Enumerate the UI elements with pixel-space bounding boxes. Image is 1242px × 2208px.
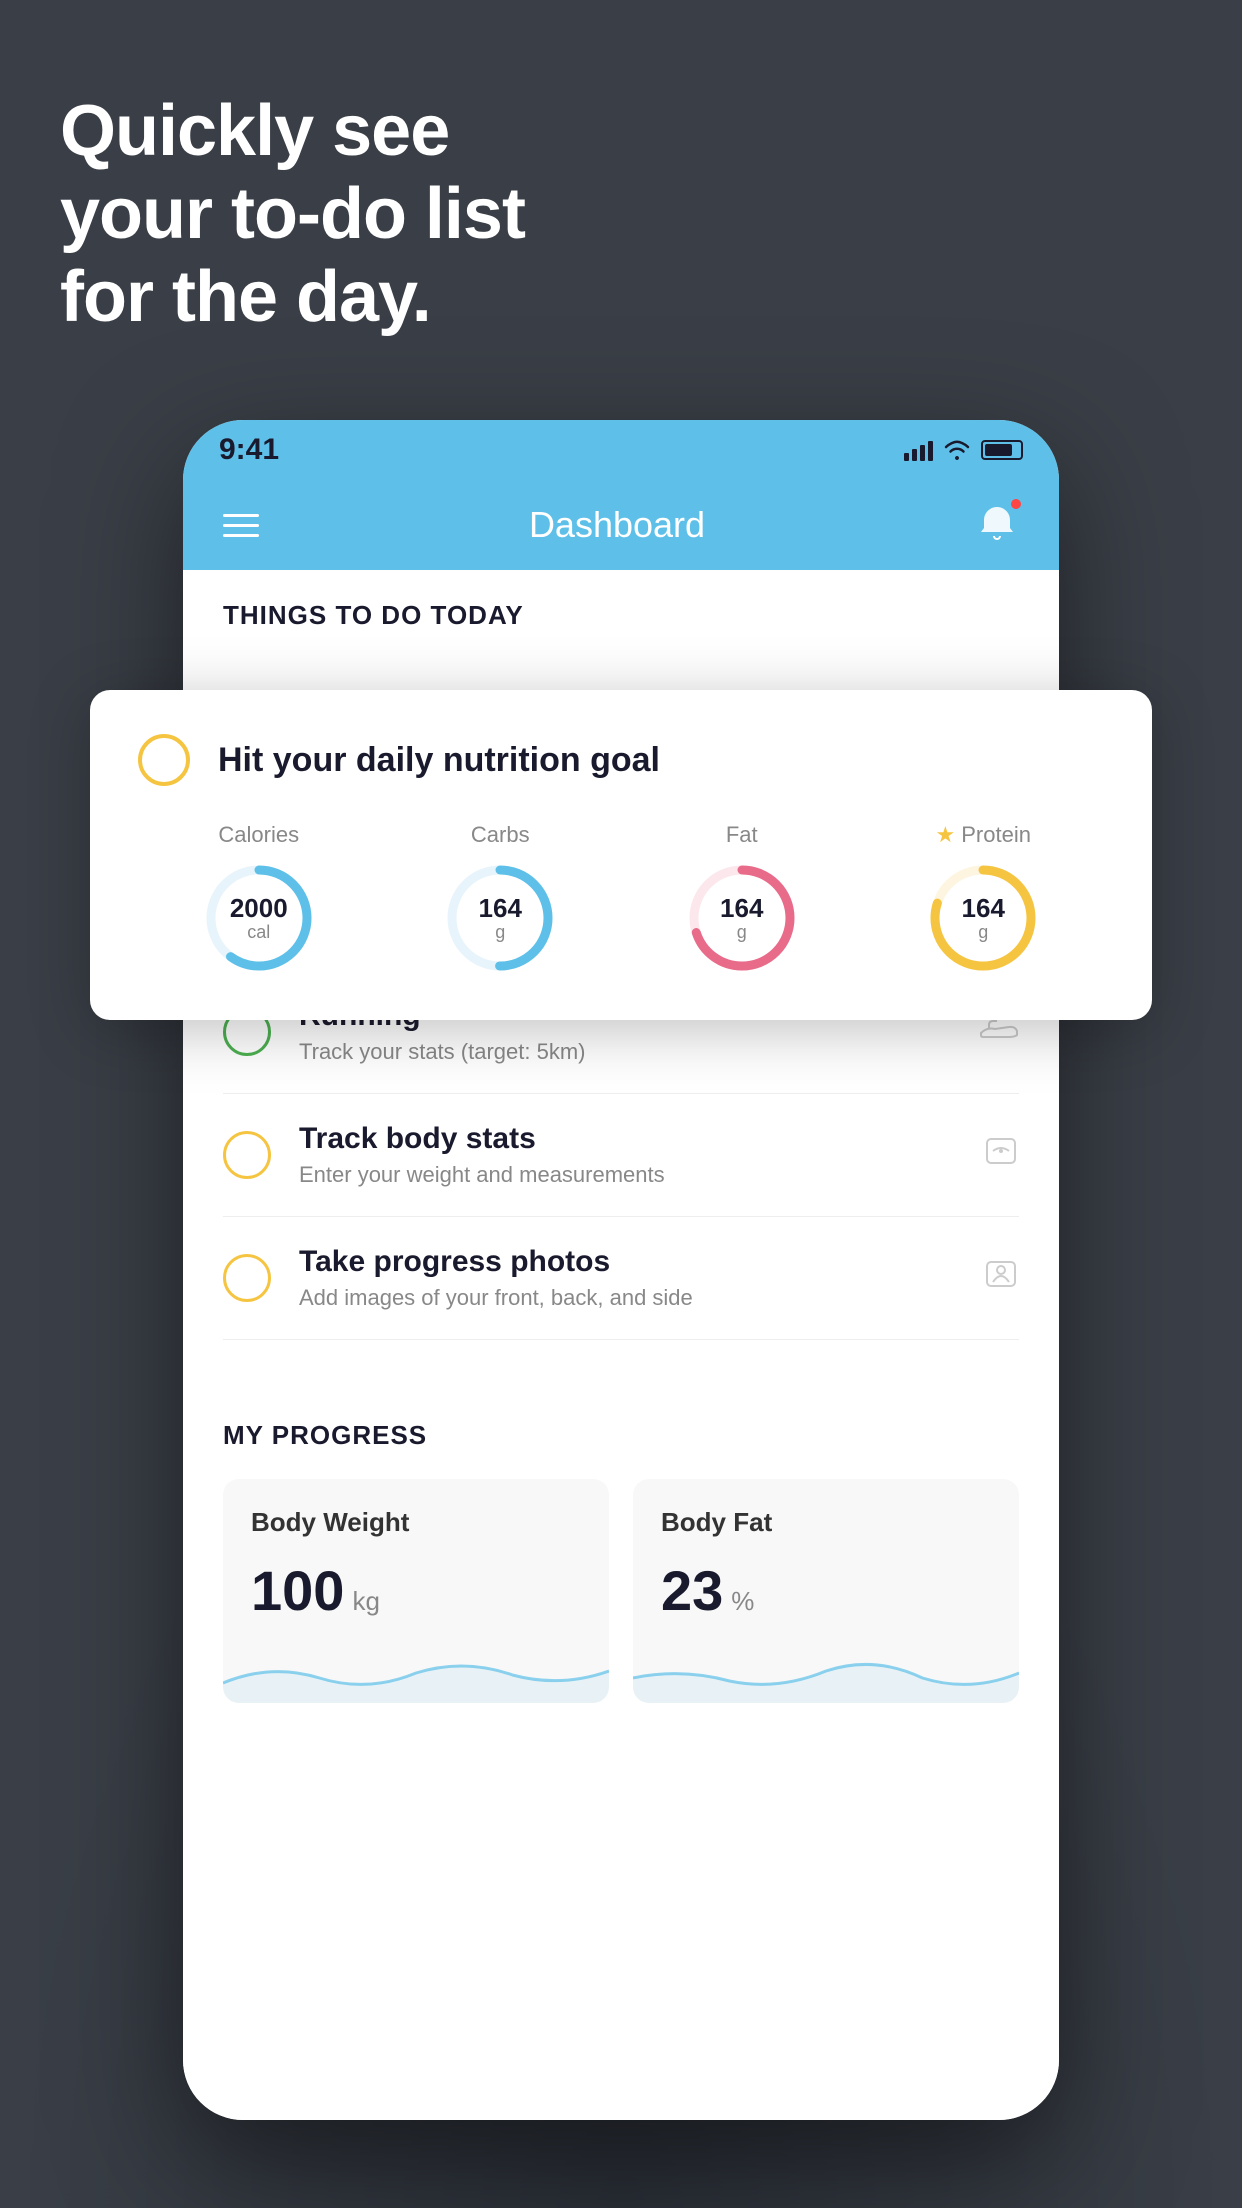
nutrition-fat: Fat 164 g xyxy=(684,822,800,976)
status-icons xyxy=(904,439,1023,461)
scale-icon xyxy=(983,1133,1019,1177)
body-fat-title: Body Fat xyxy=(661,1507,991,1538)
fat-value: 164 xyxy=(720,894,763,923)
fat-unit: g xyxy=(720,922,763,942)
carbs-circle: 164 g xyxy=(442,860,558,976)
calories-label: Calories xyxy=(218,822,299,848)
todo-circle-body-stats xyxy=(223,1131,271,1179)
calories-value: 2000 xyxy=(230,894,288,923)
nav-title: Dashboard xyxy=(529,504,705,546)
todo-title-body-stats: Track body stats xyxy=(299,1122,983,1156)
nutrition-row: Calories 2000 cal Carbs xyxy=(138,822,1104,976)
bell-icon[interactable] xyxy=(975,501,1019,550)
nutrition-carbs: Carbs 164 g xyxy=(442,822,558,976)
fat-circle: 164 g xyxy=(684,860,800,976)
wifi-icon xyxy=(943,439,971,461)
todo-subtitle-progress-photos: Add images of your front, back, and side xyxy=(299,1285,983,1311)
battery-icon xyxy=(981,440,1023,460)
body-fat-unit: % xyxy=(731,1586,754,1617)
body-weight-unit: kg xyxy=(352,1586,379,1617)
progress-header: MY PROGRESS xyxy=(223,1420,1019,1451)
todo-text-progress-photos: Take progress photos Add images of your … xyxy=(299,1245,983,1311)
notification-dot xyxy=(1009,497,1023,511)
body-weight-card[interactable]: Body Weight 100 kg xyxy=(223,1479,609,1703)
carbs-label: Carbs xyxy=(471,822,530,848)
protein-label: Protein xyxy=(961,822,1031,848)
body-weight-title: Body Weight xyxy=(251,1507,581,1538)
carbs-unit: g xyxy=(479,922,522,942)
hero-text: Quickly see your to-do list for the day. xyxy=(60,90,525,338)
body-weight-value: 100 xyxy=(251,1558,344,1623)
todo-title-progress-photos: Take progress photos xyxy=(299,1245,983,1279)
todo-item-body-stats[interactable]: Track body stats Enter your weight and m… xyxy=(223,1094,1019,1217)
body-fat-value: 23 xyxy=(661,1558,723,1623)
calories-unit: cal xyxy=(230,922,288,942)
todo-circle-progress-photos xyxy=(223,1254,271,1302)
hamburger-menu[interactable] xyxy=(223,514,259,537)
todo-text-body-stats: Track body stats Enter your weight and m… xyxy=(299,1122,983,1188)
status-time: 9:41 xyxy=(219,433,279,467)
progress-cards: Body Weight 100 kg Body Fat xyxy=(223,1479,1019,1703)
todo-subtitle-body-stats: Enter your weight and measurements xyxy=(299,1162,983,1188)
todo-subtitle-running: Track your stats (target: 5km) xyxy=(299,1039,979,1065)
protein-label-row: ★ Protein xyxy=(936,822,1031,848)
status-bar: 9:41 xyxy=(183,420,1059,480)
protein-circle: 164 g xyxy=(925,860,1041,976)
hero-line1: Quickly see xyxy=(60,90,525,173)
body-fat-card[interactable]: Body Fat 23 % xyxy=(633,1479,1019,1703)
body-weight-value-row: 100 kg xyxy=(251,1558,581,1623)
carbs-value: 164 xyxy=(479,894,522,923)
nutrition-card-title: Hit your daily nutrition goal xyxy=(218,741,660,780)
body-weight-chart xyxy=(223,1643,609,1703)
progress-section: MY PROGRESS Body Weight 100 kg xyxy=(183,1380,1059,1703)
signal-bars-icon xyxy=(904,439,933,461)
protein-value: 164 xyxy=(962,894,1005,923)
nav-bar: Dashboard xyxy=(183,480,1059,570)
body-fat-chart xyxy=(633,1643,1019,1703)
nutrition-card-header: Hit your daily nutrition goal xyxy=(138,734,1104,786)
todo-list: Running Track your stats (target: 5km) T… xyxy=(183,971,1059,1340)
protein-unit: g xyxy=(962,922,1005,942)
things-todo-header: THINGS TO DO TODAY xyxy=(183,570,1059,651)
nutrition-protein: ★ Protein 164 g xyxy=(925,822,1041,976)
person-photo-icon xyxy=(983,1256,1019,1300)
protein-star-icon: ★ xyxy=(936,822,956,848)
todo-item-progress-photos[interactable]: Take progress photos Add images of your … xyxy=(223,1217,1019,1340)
calories-circle: 2000 cal xyxy=(201,860,317,976)
nutrition-calories: Calories 2000 cal xyxy=(201,822,317,976)
phone-frame: 9:41 Dashboard xyxy=(183,420,1059,2120)
fat-label: Fat xyxy=(726,822,758,848)
hero-line2: your to-do list xyxy=(60,173,525,256)
body-fat-value-row: 23 % xyxy=(661,1558,991,1623)
nutrition-check-circle[interactable] xyxy=(138,734,190,786)
nutrition-card: Hit your daily nutrition goal Calories 2… xyxy=(90,690,1152,1020)
hero-line3: for the day. xyxy=(60,256,525,339)
